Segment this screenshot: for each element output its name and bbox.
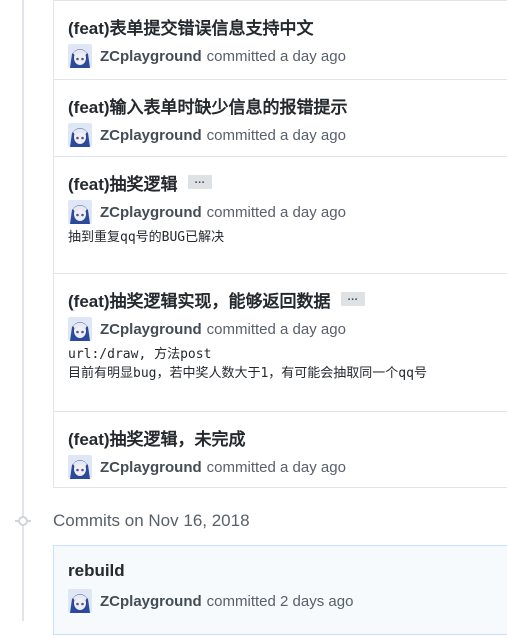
anime-avatar-icon[interactable] — [68, 317, 92, 341]
anime-avatar-icon[interactable] — [68, 200, 92, 224]
commit-title[interactable]: rebuild — [68, 561, 125, 581]
anime-avatar-icon[interactable] — [68, 123, 92, 147]
commit-title[interactable]: (feat)输入表单时缺少信息的报错提示 — [68, 93, 348, 118]
commit-time: committed a day ago — [206, 126, 346, 144]
commit-item: rebuild ZCplayground committed 2 days ag… — [54, 546, 507, 636]
commit-description-line: 目前有明显bug，若中奖人数大于1，有可能会抽取同一个qq号 — [68, 366, 427, 381]
commit-title[interactable]: (feat)抽奖逻辑实现，能够返回数据 — [68, 287, 331, 312]
commit-time: committed 2 days ago — [206, 592, 354, 610]
commit-title-row: (feat)抽奖逻辑，未完成 — [68, 412, 507, 450]
commit-item: (feat)抽奖逻辑，未完成 ZCplayground committed a … — [54, 411, 507, 487]
commit-title[interactable]: (feat)抽奖逻辑，未完成 — [68, 425, 246, 450]
commit-author[interactable]: ZCplayground — [100, 459, 202, 476]
commit-meta: ZCplayground committed a day ago — [68, 123, 507, 147]
expand-description-button[interactable]: … — [340, 292, 365, 306]
commit-title-row: (feat)表单提交错误信息支持中文 — [68, 1, 507, 39]
commits-date-header: Commits on Nov 16, 2018 — [0, 509, 507, 533]
commit-title[interactable]: (feat)表单提交错误信息支持中文 — [68, 14, 314, 39]
commit-meta: ZCplayground committed a day ago — [68, 44, 507, 68]
commit-time: committed a day ago — [206, 458, 346, 476]
git-commit-icon — [15, 516, 31, 526]
anime-avatar-icon[interactable] — [68, 589, 92, 613]
commit-time: committed a day ago — [206, 203, 346, 221]
commit-title[interactable]: (feat)抽奖逻辑 — [68, 170, 178, 195]
commit-item: (feat)表单提交错误信息支持中文 ZCplayground committe… — [54, 1, 507, 79]
commit-item: (feat)抽奖逻辑 … ZCplayground committed a da… — [54, 156, 507, 273]
commit-meta: ZCplayground committed a day ago — [68, 317, 507, 341]
commit-title-row: (feat)抽奖逻辑实现，能够返回数据 … — [68, 274, 507, 312]
commit-description: 抽到重复qq号的BUG已解决 — [68, 230, 225, 245]
commit-time: committed a day ago — [206, 320, 346, 338]
commit-author[interactable]: ZCplayground — [100, 321, 202, 338]
commit-item: (feat)抽奖逻辑实现，能够返回数据 … ZCplayground commi… — [54, 273, 507, 411]
commit-time: committed a day ago — [206, 47, 346, 65]
commit-item: (feat)输入表单时缺少信息的报错提示 ZCplayground commit… — [54, 79, 507, 156]
anime-avatar-icon[interactable] — [68, 455, 92, 479]
commit-author[interactable]: ZCplayground — [100, 593, 202, 610]
expand-description-button[interactable]: … — [187, 175, 212, 189]
date-label: Commits on Nov 16, 2018 — [53, 511, 250, 530]
commit-meta: ZCplayground committed 2 days ago — [68, 589, 507, 613]
commit-group: (feat)表单提交错误信息支持中文 ZCplayground committe… — [53, 0, 507, 488]
commit-meta: ZCplayground committed a day ago — [68, 455, 507, 479]
commit-title-row: rebuild — [68, 546, 507, 582]
commit-group: rebuild ZCplayground committed 2 days ag… — [53, 545, 507, 635]
commit-title-row: (feat)抽奖逻辑 … — [68, 157, 507, 195]
commit-title-row: (feat)输入表单时缺少信息的报错提示 — [68, 80, 507, 118]
anime-avatar-icon[interactable] — [68, 44, 92, 68]
commit-author[interactable]: ZCplayground — [100, 48, 202, 65]
commit-meta: ZCplayground committed a day ago — [68, 200, 507, 224]
commit-author[interactable]: ZCplayground — [100, 127, 202, 144]
commit-description-line: url:/draw, 方法post — [68, 347, 212, 362]
commit-author[interactable]: ZCplayground — [100, 204, 202, 221]
